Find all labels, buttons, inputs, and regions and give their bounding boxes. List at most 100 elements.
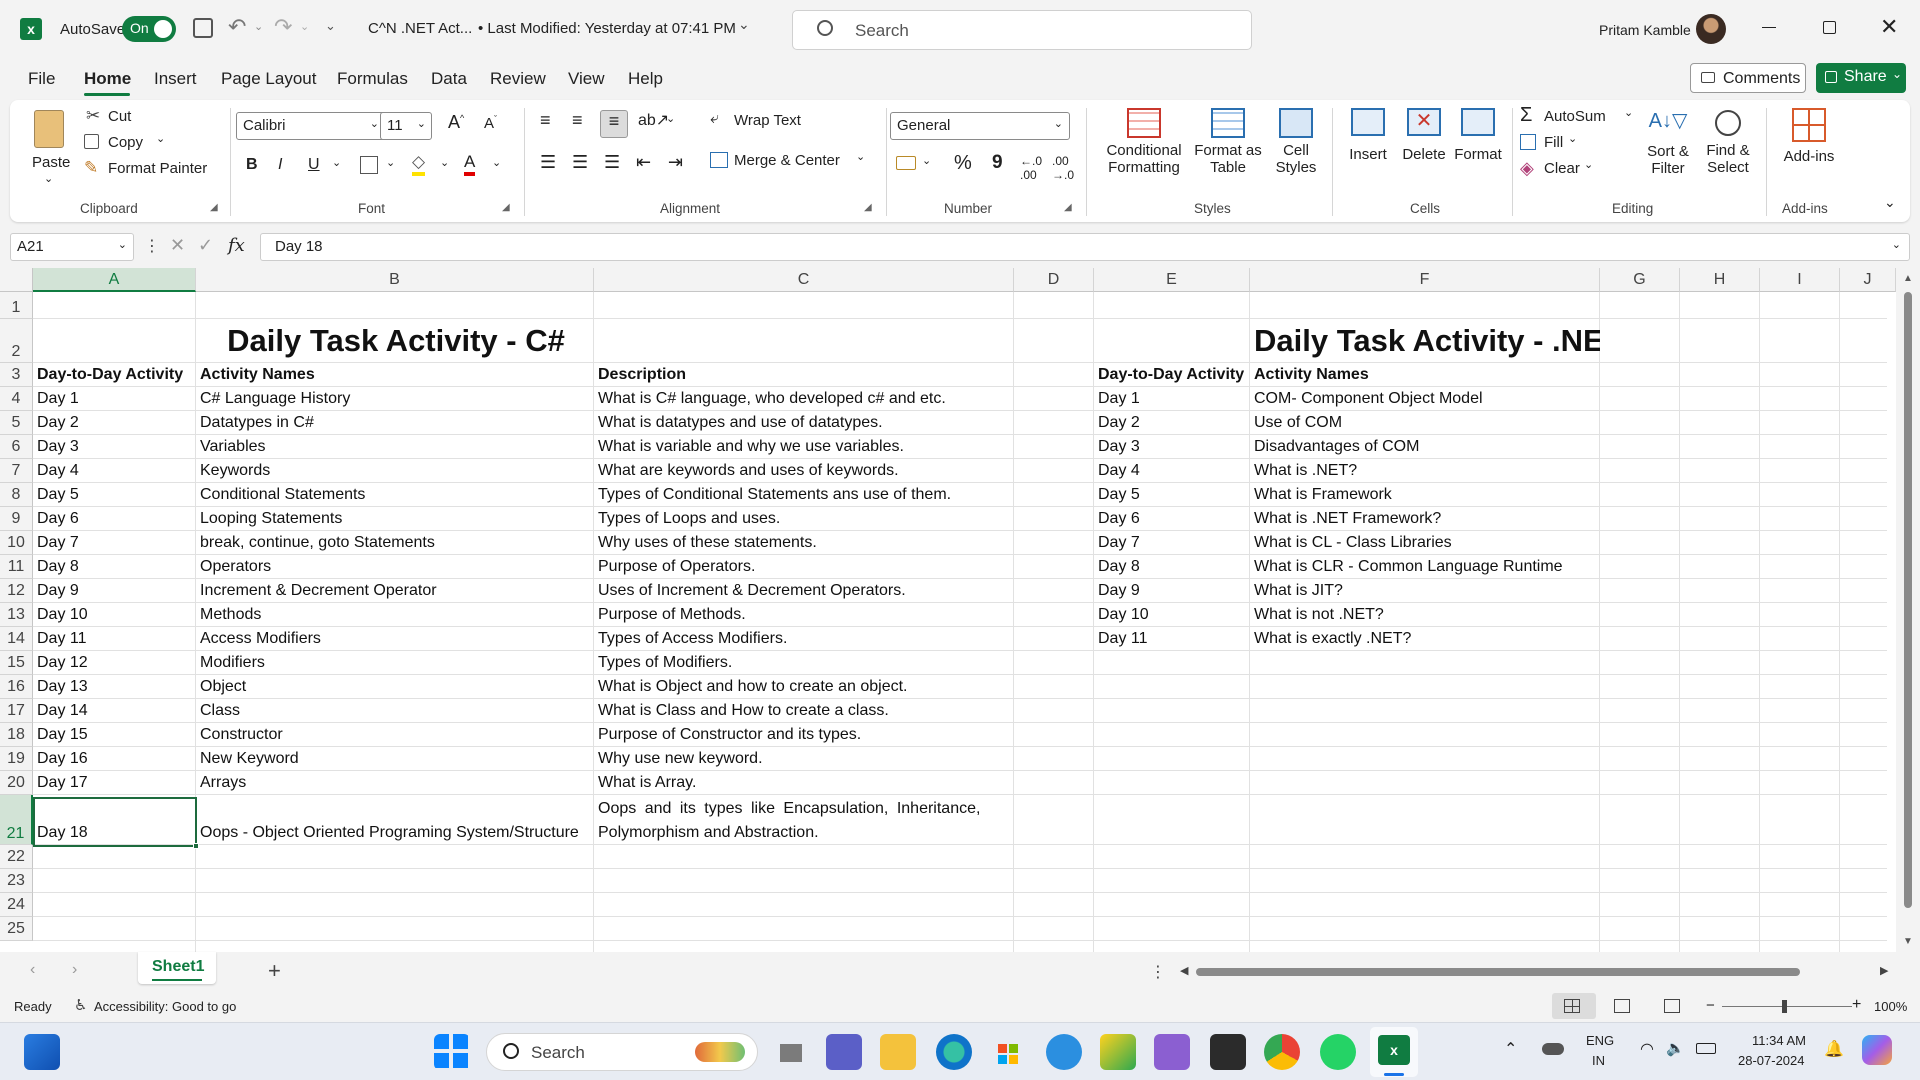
- cell-b9[interactable]: Looping Statements: [196, 507, 594, 531]
- scroll-left-icon[interactable]: ◀: [1180, 964, 1188, 977]
- horizontal-scroll-thumb[interactable]: [1196, 968, 1800, 976]
- cell-e8[interactable]: Day 5: [1094, 483, 1250, 507]
- cell-a14[interactable]: Day 11: [33, 627, 196, 651]
- tab-home[interactable]: Home: [84, 69, 131, 89]
- format-as-table-button[interactable]: Format as Table: [1192, 108, 1264, 198]
- zoom-slider-thumb[interactable]: [1782, 1000, 1787, 1013]
- file-explorer-icon[interactable]: [880, 1034, 916, 1070]
- cell-c4[interactable]: What is C# language, who developed c# an…: [594, 387, 1014, 411]
- cell-b14[interactable]: Access Modifiers: [196, 627, 594, 651]
- cell-b17[interactable]: Class: [196, 699, 594, 723]
- cell-f12[interactable]: What is JIT?: [1250, 579, 1600, 603]
- font-name-select[interactable]: Calibri ⌄: [236, 112, 386, 140]
- bold-button[interactable]: B: [246, 156, 258, 174]
- autosum-button[interactable]: AutoSum: [1544, 108, 1606, 125]
- decrease-font-icon[interactable]: Aˇ: [484, 114, 497, 132]
- cell-b18[interactable]: Constructor: [196, 723, 594, 747]
- cell-c15[interactable]: Types of Modifiers.: [594, 651, 1014, 675]
- percent-button[interactable]: %: [954, 152, 972, 175]
- title-csharp[interactable]: Daily Task Activity - C#: [196, 319, 592, 363]
- format-cells-button[interactable]: Format: [1450, 108, 1506, 198]
- cell-a19[interactable]: Day 16: [33, 747, 196, 771]
- add-sheet-icon[interactable]: +: [268, 958, 281, 984]
- accessibility-status[interactable]: Accessibility: Good to go: [94, 999, 236, 1014]
- file-title[interactable]: C^N .NET Act...: [368, 20, 472, 37]
- cell-f7[interactable]: What is .NET?: [1250, 459, 1600, 483]
- clear-button[interactable]: Clear: [1544, 160, 1580, 177]
- column-header-f[interactable]: F: [1250, 268, 1600, 292]
- zoom-level[interactable]: 100%: [1874, 999, 1907, 1014]
- cell-b11[interactable]: Operators: [196, 555, 594, 579]
- cell-a17[interactable]: Day 14: [33, 699, 196, 723]
- font-color-chevron-icon[interactable]: ⌄: [492, 156, 501, 169]
- wifi-icon[interactable]: ◠: [1640, 1039, 1654, 1059]
- cell-a6[interactable]: Day 3: [33, 435, 196, 459]
- cell-c21-line1[interactable]: Oops and its types like Encapsulation, I…: [594, 797, 1014, 821]
- increase-indent-icon[interactable]: ⇥: [668, 152, 683, 173]
- font-size-select[interactable]: 11 ⌄: [380, 112, 432, 140]
- conditional-formatting-button[interactable]: Conditional Formatting: [1096, 108, 1192, 198]
- undo-icon[interactable]: ↶: [228, 14, 246, 40]
- tab-page-layout[interactable]: Page Layout: [221, 69, 316, 89]
- row-header-20[interactable]: 20: [0, 771, 33, 795]
- tab-file[interactable]: File: [28, 69, 55, 89]
- row-header-5[interactable]: 5: [0, 411, 33, 435]
- cell-c13[interactable]: Purpose of Methods.: [594, 603, 1014, 627]
- cell-e4[interactable]: Day 1: [1094, 387, 1250, 411]
- clock-date[interactable]: 28-07-2024: [1738, 1053, 1805, 1068]
- cell-c7[interactable]: What are keywords and uses of keywords.: [594, 459, 1014, 483]
- save-icon[interactable]: [193, 18, 213, 38]
- cancel-icon[interactable]: ✕: [170, 235, 185, 256]
- accounting-chevron-icon[interactable]: ⌄: [922, 154, 931, 167]
- widgets-icon[interactable]: [24, 1034, 60, 1070]
- font-color-icon[interactable]: A: [464, 152, 476, 176]
- cell-f11[interactable]: What is CLR - Common Language Runtime: [1250, 555, 1600, 579]
- align-top-icon[interactable]: ≡: [540, 110, 551, 131]
- row-header-21[interactable]: 21: [0, 795, 33, 845]
- tab-help[interactable]: Help: [628, 69, 663, 89]
- scroll-down-icon[interactable]: ▼: [1903, 936, 1913, 947]
- terminal-icon[interactable]: [1210, 1034, 1246, 1070]
- borders-icon[interactable]: [360, 156, 378, 174]
- column-header-h[interactable]: H: [1680, 268, 1760, 292]
- row-header-8[interactable]: 8: [0, 483, 33, 507]
- row-header-6[interactable]: 6: [0, 435, 33, 459]
- increase-font-icon[interactable]: A^: [448, 112, 464, 133]
- align-left-icon[interactable]: ☰: [540, 152, 556, 173]
- autosave-toggle[interactable]: On: [122, 16, 176, 42]
- borders-chevron-icon[interactable]: ⌄: [386, 156, 395, 169]
- notification-icon[interactable]: 🔔: [1824, 1039, 1844, 1059]
- taskbar-search[interactable]: Search: [486, 1033, 758, 1071]
- fill-button[interactable]: Fill: [1544, 134, 1563, 151]
- column-header-g[interactable]: G: [1600, 268, 1680, 292]
- align-right-icon[interactable]: ☰: [604, 152, 620, 173]
- cell-e13[interactable]: Day 10: [1094, 603, 1250, 627]
- format-painter-button[interactable]: Format Painter: [108, 160, 207, 177]
- underline-chevron-icon[interactable]: ⌄: [332, 156, 341, 169]
- tab-formulas[interactable]: Formulas: [337, 69, 408, 89]
- cut-button[interactable]: Cut: [108, 108, 131, 125]
- cell-a20[interactable]: Day 17: [33, 771, 196, 795]
- sheet-tab-sheet1[interactable]: Sheet1: [138, 952, 216, 984]
- zoom-in-icon[interactable]: +: [1852, 996, 1861, 1014]
- column-header-b[interactable]: B: [196, 268, 594, 292]
- excel-taskbar-button[interactable]: x: [1370, 1027, 1418, 1077]
- insert-function-button[interactable]: fx: [228, 235, 245, 256]
- fill-handle[interactable]: [193, 843, 199, 849]
- row-header-4[interactable]: 4: [0, 387, 33, 411]
- cell-f14[interactable]: What is exactly .NET?: [1250, 627, 1600, 651]
- name-box[interactable]: A21 ⌄: [10, 233, 134, 261]
- cell-a9[interactable]: Day 6: [33, 507, 196, 531]
- cell-e14[interactable]: Day 11: [1094, 627, 1250, 651]
- edge-icon[interactable]: [936, 1034, 972, 1070]
- zoom-out-icon[interactable]: −: [1706, 997, 1715, 1014]
- enter-icon[interactable]: ✓: [198, 235, 213, 256]
- horizontal-scroll-track[interactable]: [1196, 968, 1876, 976]
- decrease-indent-icon[interactable]: ⇤: [636, 152, 651, 173]
- cell-b8[interactable]: Conditional Statements: [196, 483, 594, 507]
- start-icon[interactable]: [434, 1034, 470, 1070]
- cell-c3[interactable]: Description: [594, 363, 1014, 387]
- store-icon[interactable]: [990, 1034, 1026, 1070]
- cell-b7[interactable]: Keywords: [196, 459, 594, 483]
- row-header-11[interactable]: 11: [0, 555, 33, 579]
